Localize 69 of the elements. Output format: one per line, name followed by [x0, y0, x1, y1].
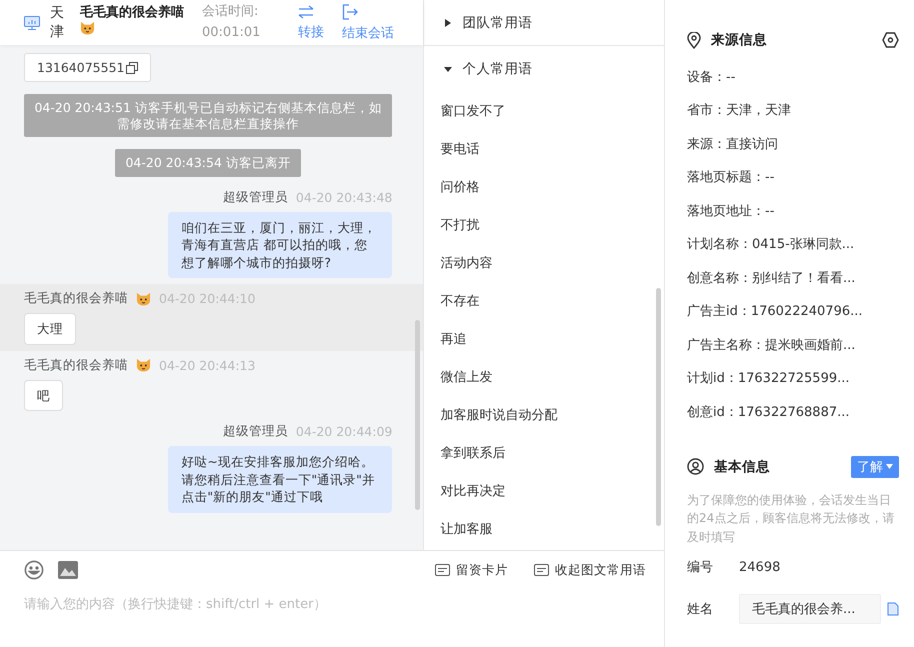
section-title: 来源信息 — [711, 31, 768, 49]
phrase-item[interactable]: 让加客服 — [424, 510, 664, 548]
source-field: 广告主id：176022240796... — [687, 294, 899, 328]
sender-name: 超级管理员 — [222, 423, 288, 440]
session-label: 会话时间: — [202, 2, 260, 21]
source-field: 落地页地址：-- — [687, 194, 899, 228]
field-value: 24698 — [739, 560, 780, 575]
source-field: 设备：-- — [687, 60, 899, 94]
source-field: 计划id：176322725599... — [687, 362, 899, 395]
caret-right-icon — [444, 18, 452, 26]
source-field: 省市：天津，天津 — [687, 94, 899, 127]
toolbar-button[interactable]: 留资卡片 — [435, 562, 508, 578]
toolbar-button[interactable]: 收起图文常用语 — [534, 562, 646, 578]
phrase-item[interactable]: 活动内容 — [424, 244, 664, 282]
cat-face-icon — [136, 292, 151, 306]
card-icon — [534, 564, 549, 576]
message-bubble: 好哒~现在安排客服加您介绍哈。请您稍后注意查看一下"通讯录"并点击"新的朋友"通过下哦 — [168, 446, 392, 513]
sender-name: 毛毛真的很会养喵 — [24, 290, 128, 308]
scrollbar-thumb[interactable] — [656, 288, 661, 526]
image-icon[interactable] — [58, 561, 78, 579]
message-bubble: 吧 — [24, 380, 63, 412]
phrase-item[interactable]: 再追 — [424, 320, 664, 358]
section-title: 基本信息 — [714, 458, 771, 476]
source-field: 来源：直接访问 — [687, 127, 899, 160]
phrase-item[interactable]: 不存在 — [424, 282, 664, 320]
source-field: 创意名称：别纠结了！看看... — [687, 261, 899, 294]
message-time: 04-20 20:44:13 — [159, 358, 256, 373]
cat-face-icon — [80, 21, 95, 35]
sender-name: 超级管理员 — [222, 188, 288, 206]
message-bubble: 咱们在三亚，厦门，丽江，大理，青海有直营店 都可以拍的哦，您想了解哪个城市的拍摄呀? — [168, 212, 392, 278]
user-circle-icon — [687, 458, 704, 475]
source-field: 计划名称：0415-张琳同款... — [687, 228, 899, 261]
phrase-item[interactable]: 拿到联系后 — [424, 434, 664, 472]
system-notice: 04-20 20:43:51 访客手机号已自动标记右侧基本信息栏，如需修改请在基本信息栏直接操作 — [24, 94, 392, 138]
info-notice: 为了保障您的使用体验，会话发生当日的24点之后，顾客信息将无法修改，请及时填写 — [687, 492, 896, 546]
source-field: 创意id：176322768887... — [687, 395, 899, 428]
swap-arrows-icon — [298, 4, 314, 18]
smiley-icon[interactable] — [24, 560, 44, 580]
field-label: 编号 — [687, 559, 714, 576]
message-time: 04-20 20:43:48 — [296, 190, 392, 205]
card-icon — [435, 564, 450, 576]
name-field[interactable]: 毛毛真的很会养... — [739, 594, 881, 624]
monitor-icon — [24, 16, 40, 30]
copy-icon[interactable] — [126, 62, 138, 74]
hexagon-settings-icon[interactable] — [882, 32, 899, 48]
phrase-item[interactable]: 问价格 — [424, 168, 664, 206]
phone-number: 13164075551 — [24, 53, 152, 82]
phrase-item[interactable]: 要电话 — [424, 130, 664, 168]
phrase-item[interactable]: 微信上发 — [424, 358, 664, 396]
visitor-name: 毛毛真的很会养喵 — [80, 4, 184, 40]
system-notice: 04-20 20:43:54 访客已离开 — [115, 149, 301, 177]
phrase-item[interactable]: 不打扰 — [424, 206, 664, 244]
caret-down-icon — [444, 65, 452, 73]
message-bubble: 大理 — [24, 313, 76, 345]
scrollbar-thumb[interactable] — [415, 320, 420, 510]
cat-face-icon — [136, 358, 151, 372]
phrase-item[interactable]: 对比再决定 — [424, 472, 664, 510]
source-field: 落地页标题：-- — [687, 160, 899, 194]
exit-icon — [342, 4, 358, 20]
sender-name: 毛毛真的很会养喵 — [24, 356, 128, 374]
phrase-item[interactable]: 加客服时说自动分配 — [424, 396, 664, 434]
location-pin-icon — [687, 32, 701, 48]
source-field: 广告主名称：提米映画婚前... — [687, 328, 899, 362]
caret-down-icon — [886, 464, 893, 469]
phrase-item[interactable]: 窗口发不了 — [424, 92, 664, 130]
visitor-location: 天津 — [50, 4, 64, 41]
field-label: 姓名 — [687, 601, 714, 618]
session-time: 00:01:01 — [202, 24, 262, 42]
message-time: 04-20 20:44:09 — [296, 424, 392, 440]
